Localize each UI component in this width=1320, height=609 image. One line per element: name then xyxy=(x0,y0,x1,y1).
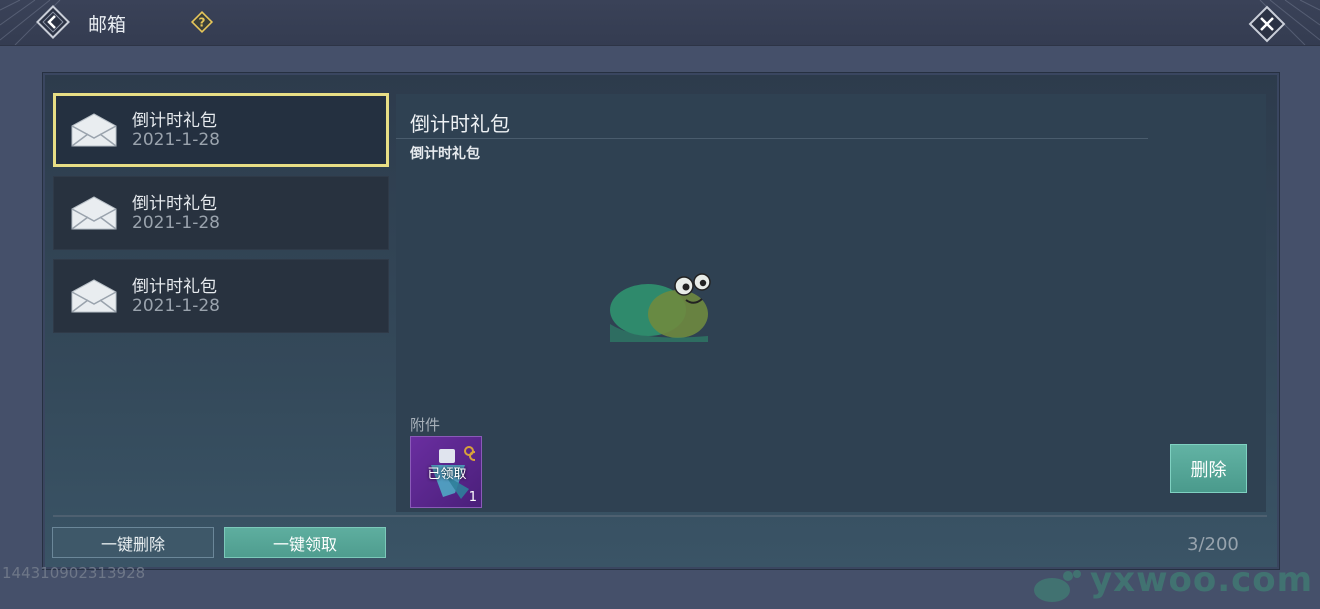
svg-text:?: ? xyxy=(199,16,206,30)
top-bar: 邮箱 ? xyxy=(0,0,1320,46)
delete-all-button[interactable]: 一键删除 xyxy=(52,527,214,558)
mail-title: 倒计时礼包 xyxy=(132,194,217,214)
page-title: 邮箱 xyxy=(88,14,127,36)
back-button[interactable] xyxy=(36,5,70,39)
attachment-quantity: 1 xyxy=(468,490,477,505)
attachment-label: 附件 xyxy=(410,416,441,434)
mail-date: 2021-1-28 xyxy=(132,296,220,316)
attachment-status: 已领取 xyxy=(427,467,467,482)
watermark-text: yxwoo.com xyxy=(1090,560,1314,600)
help-icon[interactable]: ? xyxy=(190,10,214,34)
envelope-icon xyxy=(71,113,117,147)
detail-title: 倒计时礼包 xyxy=(410,112,510,136)
mail-count: 3/200 xyxy=(1187,534,1239,555)
mail-item[interactable]: 倒计时礼包 2021-1-28 xyxy=(53,93,389,167)
user-id: 144310902313928 xyxy=(2,564,146,582)
mail-title: 倒计时礼包 xyxy=(132,111,217,131)
snail-mascot-icon xyxy=(610,273,711,342)
watermark-snail-icon xyxy=(1034,570,1081,602)
footer-divider xyxy=(53,515,1267,517)
divider xyxy=(396,138,1148,139)
envelope-icon xyxy=(71,196,117,230)
mail-item[interactable]: 倒计时礼包 2021-1-28 xyxy=(53,176,389,250)
mail-item[interactable]: 倒计时礼包 2021-1-28 xyxy=(53,259,389,333)
delete-button[interactable]: 删除 xyxy=(1170,444,1247,493)
close-button[interactable] xyxy=(1248,5,1286,43)
detail-body: 倒计时礼包 xyxy=(410,146,480,162)
attachment-item[interactable]: 已领取 1 xyxy=(410,436,482,508)
mail-date: 2021-1-28 xyxy=(132,130,220,150)
claim-all-button[interactable]: 一键领取 xyxy=(224,527,386,558)
envelope-icon xyxy=(71,279,117,313)
mail-detail xyxy=(396,94,1266,512)
mail-date: 2021-1-28 xyxy=(132,213,220,233)
mail-title: 倒计时礼包 xyxy=(132,277,217,297)
